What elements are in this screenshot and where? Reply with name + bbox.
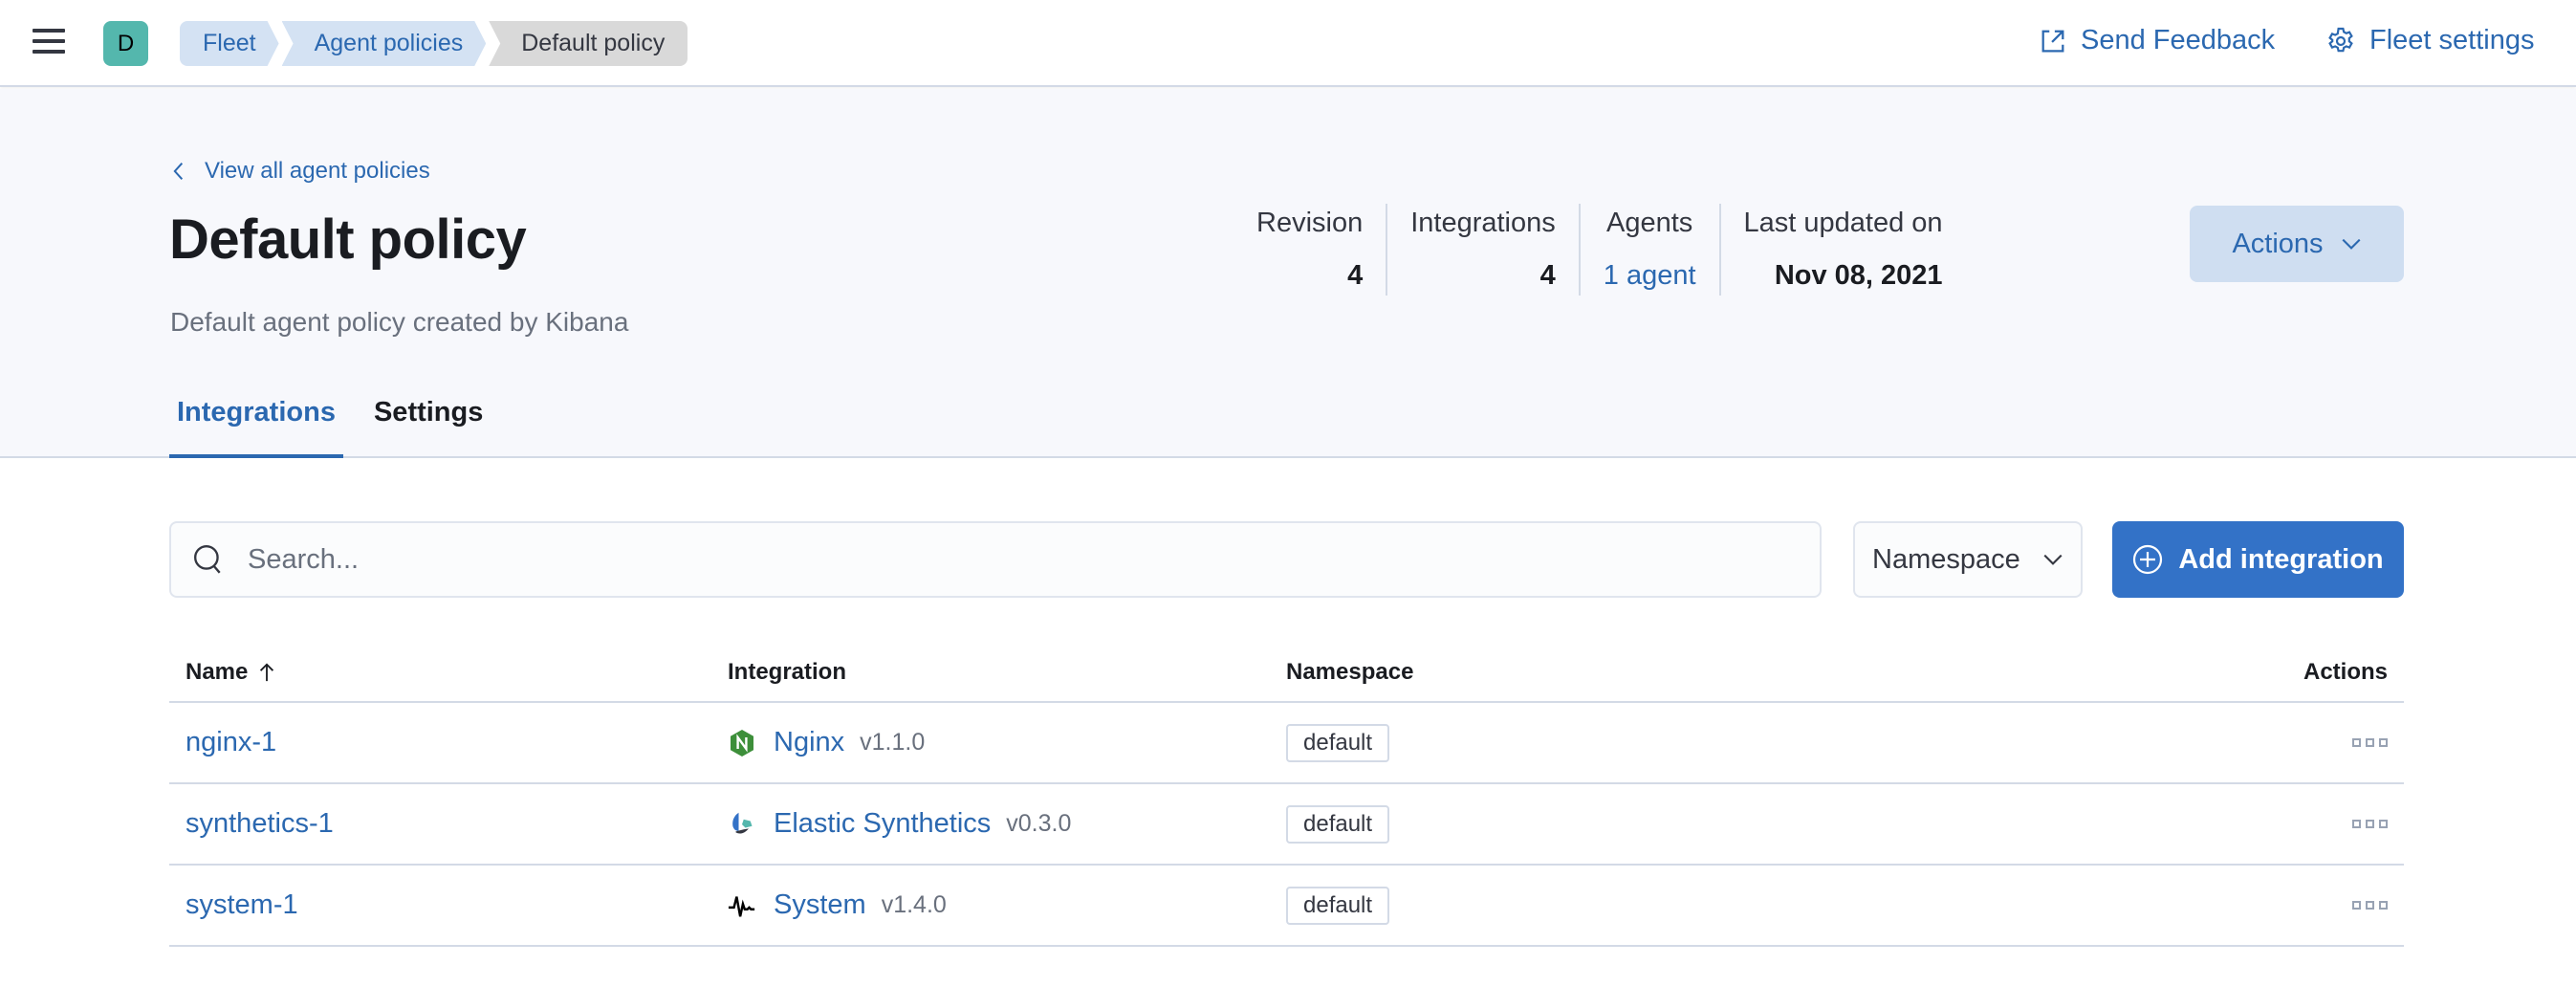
page-title: Default policy	[169, 208, 527, 271]
external-link-icon	[2041, 30, 2064, 52]
stat-updated-value: Nov 08, 2021	[1774, 260, 1943, 291]
search-field[interactable]	[169, 521, 1822, 598]
send-feedback-link[interactable]: Send Feedback	[2039, 25, 2275, 56]
top-header: D Fleet Agent policies Default policy Se…	[0, 0, 2576, 87]
integration-version: v0.3.0	[1006, 810, 1072, 837]
breadcrumb-fleet[interactable]: Fleet	[180, 21, 279, 66]
table-row: synthetics-1 Elastic Synthetics v0.3.0 d…	[169, 784, 2404, 866]
policy-tabs: Integrations Settings	[169, 387, 513, 458]
send-feedback-label: Send Feedback	[2081, 25, 2276, 55]
table-row: nginx-1 Nginx v1.1.0 default	[169, 703, 2404, 784]
column-name[interactable]: Name	[169, 659, 728, 686]
row-actions-button[interactable]	[2352, 733, 2388, 753]
integration-version: v1.1.0	[860, 729, 926, 756]
row-actions-button[interactable]	[2352, 895, 2388, 915]
tab-settings[interactable]: Settings	[366, 387, 491, 458]
actions-label: Actions	[2232, 228, 2324, 259]
stat-revision-value: 4	[1347, 260, 1364, 291]
namespace-filter[interactable]: Namespace	[1853, 521, 2083, 598]
stat-agents-label: Agents	[1606, 208, 1693, 238]
fleet-settings-link[interactable]: Fleet settings	[2325, 25, 2534, 56]
stat-agents: Agents 1 agent	[1581, 204, 1721, 296]
policy-name-link[interactable]: system-1	[186, 889, 298, 921]
namespace-badge: default	[1286, 723, 1390, 762]
page-header: View all agent policies Default policy D…	[0, 89, 2576, 458]
plus-circle-icon	[2133, 544, 2163, 575]
column-namespace-label: Namespace	[1286, 658, 1414, 685]
column-integration-label: Integration	[728, 658, 846, 685]
table-header: Name Integration Namespace Actions	[169, 643, 2404, 703]
stat-last-updated: Last updated on Nov 08, 2021	[1721, 204, 1966, 296]
chevron-down-icon	[2342, 238, 2361, 250]
view-all-policies-link[interactable]: View all agent policies	[172, 158, 430, 185]
chevron-down-icon	[2043, 554, 2063, 565]
namespace-filter-label: Namespace	[1872, 543, 2020, 575]
policy-name-link[interactable]: synthetics-1	[186, 808, 334, 840]
system-icon	[728, 891, 756, 920]
integration-link[interactable]: Nginx	[774, 727, 844, 758]
stat-revision: Revision 4	[1233, 204, 1388, 296]
breadcrumb-agent-policies[interactable]: Agent policies	[282, 21, 487, 66]
search-input[interactable]	[248, 543, 1778, 576]
namespace-badge: default	[1286, 804, 1390, 844]
column-namespace: Namespace	[1286, 659, 2213, 686]
stat-integrations: Integrations 4	[1387, 204, 1581, 296]
stat-revision-label: Revision	[1256, 208, 1364, 238]
agents-count-link[interactable]: 1 agent	[1604, 260, 1696, 296]
integration-version: v1.4.0	[881, 891, 947, 918]
back-link-label: View all agent policies	[205, 158, 430, 184]
actions-button[interactable]: Actions	[2190, 206, 2404, 282]
column-integration: Integration	[728, 659, 1286, 686]
menu-icon[interactable]	[33, 29, 65, 55]
add-integration-label: Add integration	[2178, 543, 2384, 575]
search-icon	[194, 545, 221, 574]
column-actions-label: Actions	[2303, 658, 2388, 685]
sort-ascending-icon	[260, 662, 274, 681]
page-description: Default agent policy created by Kibana	[170, 307, 629, 337]
integration-link[interactable]: System	[774, 889, 866, 921]
stat-integrations-value: 4	[1539, 260, 1556, 291]
stat-updated-label: Last updated on	[1743, 208, 1943, 238]
policy-stats: Revision 4 Integrations 4 Agents 1 agent…	[1233, 204, 1966, 296]
chevron-left-icon	[173, 162, 184, 181]
tab-integrations[interactable]: Integrations	[169, 387, 343, 458]
stat-integrations-label: Integrations	[1410, 208, 1556, 238]
column-actions: Actions	[2213, 659, 2404, 686]
policy-name-link[interactable]: nginx-1	[186, 727, 276, 758]
table-row: system-1 System v1.4.0 default	[169, 866, 2404, 947]
space-avatar[interactable]: D	[103, 21, 148, 66]
breadcrumb-default-policy: Default policy	[489, 21, 688, 66]
synthetics-icon	[728, 810, 756, 839]
integration-link[interactable]: Elastic Synthetics	[774, 808, 991, 840]
nginx-icon	[728, 729, 756, 757]
column-name-label: Name	[186, 658, 249, 685]
namespace-badge: default	[1286, 886, 1390, 925]
add-integration-button[interactable]: Add integration	[2112, 521, 2404, 598]
integrations-table: Name Integration Namespace Actions nginx…	[169, 643, 2404, 947]
gear-icon	[2328, 27, 2353, 52]
breadcrumb: Fleet Agent policies Default policy	[180, 21, 690, 66]
row-actions-button[interactable]	[2352, 814, 2388, 834]
fleet-settings-label: Fleet settings	[2369, 25, 2535, 55]
